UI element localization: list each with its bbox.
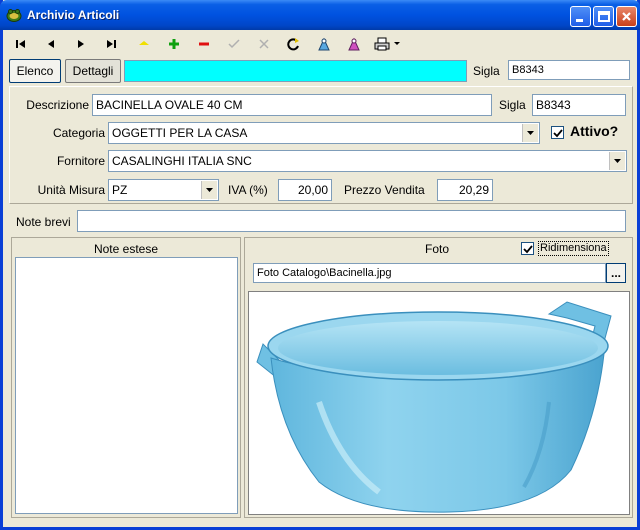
- fornitore-value: CASALINGHI ITALIA SNC: [112, 154, 252, 168]
- close-button[interactable]: [616, 6, 637, 27]
- filter-icon: [348, 37, 360, 51]
- categoria-value: OGGETTI PER LA CASA: [112, 126, 248, 140]
- search-button[interactable]: [313, 34, 335, 54]
- chevron-down-icon: [614, 159, 621, 163]
- refresh-icon: [287, 38, 299, 51]
- print-dropdown-button[interactable]: [391, 34, 403, 54]
- close-icon: [622, 12, 631, 21]
- delete-icon: [199, 42, 209, 46]
- tab-elenco-label: Elenco: [16, 64, 54, 78]
- tab-elenco[interactable]: Elenco: [9, 59, 61, 83]
- categoria-select[interactable]: OGGETTI PER LA CASA: [108, 122, 540, 144]
- prezzo-vendita-field[interactable]: 20,29: [437, 179, 493, 201]
- frog-app-icon: [6, 9, 22, 22]
- maximize-button[interactable]: [593, 6, 614, 27]
- chevron-down-icon: [206, 188, 213, 192]
- edit-button[interactable]: [133, 34, 155, 54]
- toolbar: [3, 30, 637, 58]
- first-record-icon: [16, 40, 25, 48]
- first-record-button[interactable]: [10, 34, 32, 54]
- maximize-icon: [598, 11, 610, 22]
- last-record-icon: [107, 40, 116, 48]
- iva-field[interactable]: 20,00: [278, 179, 332, 201]
- filter-button[interactable]: [343, 34, 365, 54]
- categoria-dropdown-button[interactable]: [522, 124, 538, 142]
- fornitore-label: Fornitore: [56, 154, 105, 168]
- minimize-button[interactable]: [570, 6, 591, 27]
- categoria-label: Categoria: [52, 126, 105, 140]
- confirm-icon: [228, 39, 240, 49]
- attivo-checkbox[interactable]: [551, 126, 564, 139]
- descrizione-field[interactable]: BACINELLA OVALE 40 CM: [92, 94, 492, 116]
- checkmark-icon: [553, 129, 563, 138]
- cancel-button[interactable]: [253, 34, 275, 54]
- fornitore-select[interactable]: CASALINGHI ITALIA SNC: [108, 150, 627, 172]
- fornitore-dropdown-button[interactable]: [609, 152, 625, 170]
- header-sigla-field[interactable]: B8343: [508, 60, 630, 80]
- browse-button[interactable]: ...: [606, 263, 626, 283]
- window-title: Archivio Articoli: [27, 8, 120, 22]
- unita-misura-value: PZ: [112, 183, 128, 197]
- tab-dettagli-label: Dettagli: [72, 64, 114, 78]
- unita-misura-select[interactable]: PZ: [108, 179, 219, 201]
- product-photo: [248, 291, 630, 515]
- prev-record-button[interactable]: [40, 34, 62, 54]
- checkmark-icon: [523, 245, 533, 254]
- attivo-label: Attivo?: [570, 123, 619, 139]
- last-record-button[interactable]: [100, 34, 122, 54]
- add-button[interactable]: [163, 34, 185, 54]
- sigla-field[interactable]: B8343: [532, 94, 626, 116]
- chevron-down-icon: [527, 131, 534, 135]
- minimize-icon: [576, 19, 583, 22]
- browse-label: ...: [610, 266, 621, 280]
- title-bar[interactable]: Archivio Articoli: [0, 0, 640, 30]
- basin-image: [256, 301, 612, 513]
- ridimensiona-label: Ridimensiona: [538, 241, 609, 256]
- foto-path-field[interactable]: Foto Catalogo\Bacinella.jpg: [253, 263, 606, 283]
- print-icon: [374, 37, 390, 51]
- note-brevi-field[interactable]: [77, 210, 626, 232]
- prev-record-icon: [48, 40, 54, 48]
- foto-title: Foto: [425, 242, 450, 256]
- add-icon: [169, 39, 179, 49]
- sigla-label: Sigla: [499, 98, 526, 112]
- main-window: Archivio Articoli Elenco Dettagli Sigla …: [0, 0, 640, 530]
- unita-misura-label: Unità Misura: [37, 183, 105, 197]
- prezzo-vendita-label: Prezzo Vendita: [344, 183, 425, 197]
- search-icon: [318, 37, 330, 51]
- next-record-icon: [78, 40, 84, 48]
- print-button[interactable]: [371, 34, 393, 54]
- refresh-button[interactable]: [283, 34, 305, 54]
- tab-dettagli[interactable]: Dettagli: [65, 59, 121, 83]
- delete-button[interactable]: [193, 34, 215, 54]
- unita-dropdown-button[interactable]: [201, 181, 217, 199]
- next-record-button[interactable]: [70, 34, 92, 54]
- header-sigla-label: Sigla: [473, 64, 500, 78]
- note-brevi-label: Note brevi: [16, 215, 71, 229]
- note-estese-textarea[interactable]: [15, 257, 238, 514]
- note-estese-title: Note estese: [93, 242, 159, 256]
- highlight-field[interactable]: [124, 60, 467, 82]
- descrizione-label: Descrizione: [26, 98, 89, 112]
- confirm-button[interactable]: [223, 34, 245, 54]
- iva-label: IVA (%): [228, 183, 268, 197]
- cancel-icon: [259, 39, 269, 49]
- ridimensiona-checkbox[interactable]: [521, 242, 534, 255]
- edit-icon: [139, 41, 149, 45]
- chevron-down-icon: [394, 42, 400, 45]
